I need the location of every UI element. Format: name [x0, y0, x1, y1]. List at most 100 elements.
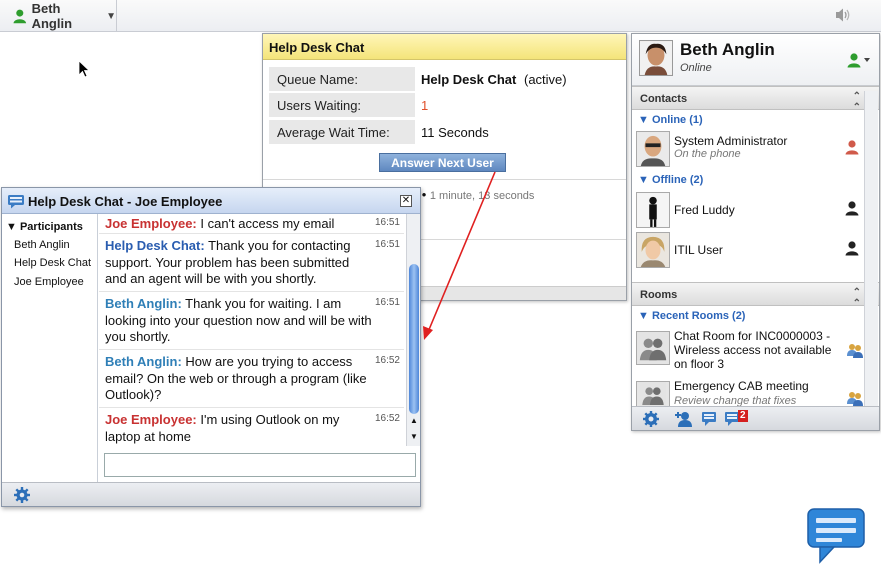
queue-item-wait-time: 1 minute, 13 seconds — [429, 190, 535, 202]
contact-name: ITIL User — [674, 243, 723, 257]
room-item[interactable]: Emergency CAB meeting Review change that… — [636, 379, 863, 422]
add-contact-icon[interactable] — [674, 410, 694, 428]
contacts-panel: Beth Anglin Online Contacts ⌃ ⌃ ▼ Online … — [631, 33, 880, 431]
offline-status-icon — [845, 201, 859, 216]
scrollbar-thumb[interactable] — [409, 264, 419, 414]
triangle-down-icon: ▼ — [6, 221, 17, 233]
create-room-icon[interactable] — [699, 410, 719, 428]
chat-message: Joe Employee: I can't access my email 16… — [99, 214, 404, 234]
chat-window: Help Desk Chat - Joe Employee ✕ ▼ Partic… — [1, 187, 421, 507]
avatar[interactable] — [639, 40, 673, 76]
queue-item[interactable]: r • 1 minute, 13 seconds — [413, 187, 534, 202]
users-waiting-value: 1 — [421, 98, 429, 113]
busy-status-icon — [845, 140, 859, 155]
users-waiting-label: Users Waiting: — [269, 93, 415, 117]
profile-status: Online — [680, 62, 712, 74]
offline-status-icon — [845, 241, 859, 256]
queue-name: Help Desk Chat — [421, 72, 517, 87]
message-time: 16:51 — [374, 297, 400, 308]
contacts-section-header[interactable]: Contacts ⌃ ⌃ — [632, 86, 879, 113]
queue-panel-title: Help Desk Chat — [263, 34, 626, 60]
recent-rooms-label: Recent Rooms (2) — [651, 310, 746, 322]
participant-item[interactable]: Help Desk Chat — [14, 257, 91, 269]
avg-wait-label: Average Wait Time: — [269, 120, 415, 144]
message-sender: Help Desk Chat: — [105, 238, 205, 253]
user-menu[interactable]: Beth Anglin ▼ — [0, 0, 117, 32]
room-members-icon — [847, 392, 863, 406]
scroll-up-icon[interactable]: ▲ — [410, 416, 418, 425]
recent-rooms-group-header[interactable]: ▼ Recent Rooms (2) — [638, 310, 745, 322]
contact-itil-user[interactable]: ITIL User — [636, 232, 862, 270]
group-avatar-icon — [636, 331, 670, 365]
contact-status: On the phone — [674, 148, 741, 160]
messages-scrollbar[interactable]: ▲ ▼ — [406, 214, 420, 446]
offline-group-header[interactable]: ▼ Offline (2) — [638, 174, 703, 186]
contacts-toolbar: 2 — [632, 406, 879, 430]
participants-header[interactable]: ▼ Participants — [6, 221, 83, 233]
chevron-down-icon: ▼ — [106, 10, 116, 22]
contact-fred-luddy[interactable]: Fred Luddy — [636, 192, 862, 230]
message-sender: Beth Anglin: — [105, 296, 182, 311]
participants-list: ▼ Participants Beth Anglin Help Desk Cha… — [2, 214, 98, 482]
avatar — [636, 192, 670, 228]
participant-item[interactable]: Joe Employee — [14, 276, 84, 288]
gear-icon[interactable] — [13, 486, 31, 504]
collapse-icon[interactable]: ⌃ ⌃ — [853, 287, 861, 309]
room-title: Emergency CAB meeting — [674, 379, 809, 393]
rooms-header-label: Rooms — [640, 289, 678, 301]
avg-wait-value: 11 Seconds — [421, 125, 489, 140]
chat-window-title: Help Desk Chat - Joe Employee — [28, 194, 223, 209]
profile-name: Beth Anglin — [680, 40, 775, 59]
offline-group-label: Offline (2) — [651, 174, 704, 186]
contacts-header-label: Contacts — [640, 93, 688, 105]
message-sender: Joe Employee: — [105, 412, 197, 427]
chat-message: Beth Anglin: How are you trying to acces… — [99, 352, 404, 408]
close-icon[interactable]: ✕ — [400, 195, 412, 207]
chat-launcher-icon[interactable] — [806, 507, 866, 565]
message-time: 16:52 — [374, 355, 400, 366]
queue-state: (active) — [524, 72, 567, 87]
room-members-icon — [847, 344, 863, 358]
message-input[interactable] — [104, 453, 416, 477]
participant-item[interactable]: Beth Anglin — [14, 239, 70, 251]
profile-header: Beth Anglin Online — [632, 34, 879, 86]
message-time: 16:51 — [374, 239, 400, 250]
chat-message: Help Desk Chat: Thank you for contacting… — [99, 236, 404, 292]
top-bar: Beth Anglin ▼ — [0, 0, 881, 32]
contact-system-administrator[interactable]: System Administrator On the phone — [636, 131, 862, 169]
online-group-label: Online (1) — [651, 114, 703, 126]
avatar — [636, 131, 670, 167]
queue-count-badge: 2 — [738, 410, 748, 422]
contacts-scrollbar[interactable] — [864, 91, 878, 407]
participants-header-label: Participants — [19, 221, 83, 233]
room-name: Chat Room for INC0000003 - Wireless acce… — [674, 329, 832, 371]
chat-bubble-icon — [8, 195, 24, 209]
mouse-cursor-icon — [78, 60, 90, 78]
scroll-down-icon[interactable]: ▼ — [410, 432, 418, 441]
status-menu-icon[interactable] — [846, 52, 872, 68]
user-icon — [13, 9, 27, 24]
queue-name-label: Queue Name: — [269, 67, 415, 91]
bullet: • — [421, 187, 430, 202]
avatar — [636, 232, 670, 268]
online-group-header[interactable]: ▼ Online (1) — [638, 114, 703, 126]
contact-name: System Administrator — [674, 134, 788, 148]
contact-name: Fred Luddy — [674, 203, 735, 217]
collapse-icon[interactable]: ⌃ ⌃ — [853, 91, 861, 113]
triangle-down-icon: ▼ — [638, 114, 649, 126]
gear-icon[interactable] — [642, 410, 660, 428]
speaker-icon[interactable] — [834, 7, 852, 23]
chat-message: Beth Anglin: Thank you for waiting. I am… — [99, 294, 404, 350]
chat-window-header[interactable]: Help Desk Chat - Joe Employee ✕ — [2, 188, 420, 214]
message-time: 16:51 — [374, 217, 400, 228]
group-avatar-icon — [636, 381, 670, 409]
message-text: I can't access my email — [196, 216, 335, 231]
room-item[interactable]: Chat Room for INC0000003 - Wireless acce… — [636, 329, 863, 371]
chat-toolbar — [2, 482, 420, 506]
message-time: 16:52 — [374, 413, 400, 424]
user-name: Beth Anglin — [31, 1, 73, 31]
answer-next-user-button[interactable]: Answer Next User — [379, 153, 506, 172]
divider — [263, 179, 626, 180]
chat-message: Joe Employee: I'm using Outlook on my la… — [99, 410, 404, 446]
rooms-section-header[interactable]: Rooms ⌃ ⌃ — [632, 282, 879, 309]
